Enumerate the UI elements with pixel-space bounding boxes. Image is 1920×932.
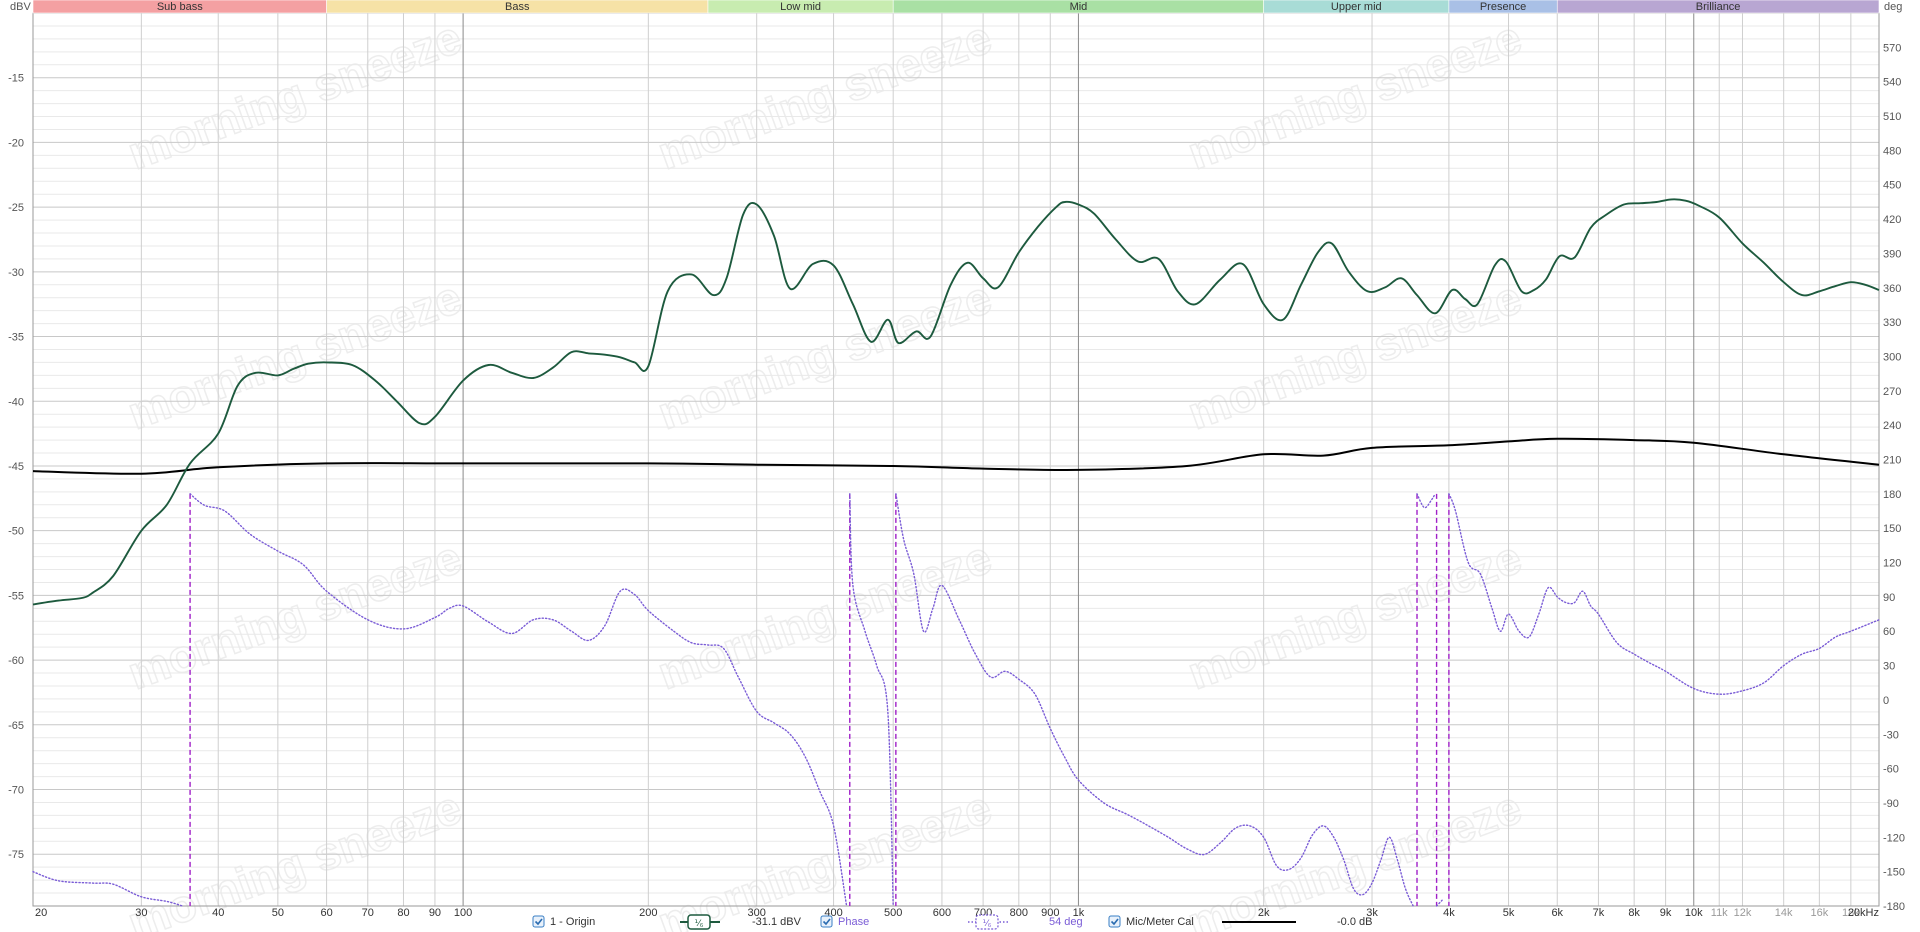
x-tick: 14k	[1775, 907, 1793, 919]
y-tick-left: -45	[8, 461, 24, 473]
y-tick-right: 360	[1883, 283, 1901, 295]
legend-phase-value: 54 deg	[1049, 916, 1083, 928]
x-tick: 100	[454, 907, 472, 919]
y-tick-left: -15	[8, 73, 24, 85]
x-tick: 9k	[1660, 907, 1672, 919]
y-tick-right: -60	[1883, 764, 1899, 776]
x-tick: 8k	[1628, 907, 1640, 919]
x-tick: 20	[35, 907, 47, 919]
band-label: Presence	[1480, 1, 1526, 13]
x-tick: 6k	[1551, 907, 1563, 919]
band-label: Upper mid	[1331, 1, 1382, 13]
legend-cal-label: Mic/Meter Cal	[1126, 916, 1194, 928]
plot-background	[33, 13, 1879, 906]
band-label: Sub bass	[157, 1, 203, 13]
legend-phase-label: Phase	[838, 916, 869, 928]
y-tick-left: -30	[8, 267, 24, 279]
x-tick: 60	[320, 907, 332, 919]
band-label: Mid	[1070, 1, 1088, 13]
y-tick-left: -70	[8, 785, 24, 797]
y-tick-left: -35	[8, 332, 24, 344]
y-tick-right: 270	[1883, 386, 1901, 398]
y-axis-right-ticks: 5705405104804504203903603303002702402101…	[1883, 42, 1905, 913]
y-tick-right: 150	[1883, 523, 1901, 535]
y-tick-right: 450	[1883, 180, 1901, 192]
y-tick-right: 210	[1883, 455, 1901, 467]
legend-cal-value: -0.0 dB	[1337, 916, 1372, 928]
x-tick: 16k	[1810, 907, 1828, 919]
y-tick-right: 0	[1883, 695, 1889, 707]
y-tick-right: 120	[1883, 558, 1901, 570]
y-tick-right: 570	[1883, 42, 1901, 54]
y-axis-left-unit: dBV	[10, 1, 31, 13]
y-tick-right: -180	[1883, 901, 1905, 913]
x-tick: 10k	[1685, 907, 1703, 919]
x-tick: 90	[429, 907, 441, 919]
y-tick-left: -20	[8, 137, 24, 149]
y-tick-right: 420	[1883, 214, 1901, 226]
smoothing-icon: ⅟₆	[983, 918, 992, 928]
y-tick-left: -65	[8, 720, 24, 732]
x-tick: 500	[884, 907, 902, 919]
legend-origin-checkbox[interactable]	[532, 915, 545, 928]
smoothing-icon: ⅟₆	[695, 918, 704, 928]
legend-origin-label: 1 - Origin	[550, 916, 595, 928]
y-tick-left: -50	[8, 526, 24, 538]
x-tick: 2k	[1258, 907, 1270, 919]
x-tick: 50	[272, 907, 284, 919]
x-tick: 11k	[1711, 907, 1728, 919]
y-tick-right: 300	[1883, 351, 1901, 363]
y-tick-right: 390	[1883, 248, 1901, 260]
y-tick-left: -60	[8, 655, 24, 667]
y-tick-left: -55	[8, 590, 24, 602]
y-tick-right: 480	[1883, 145, 1901, 157]
y-tick-right: 30	[1883, 661, 1895, 673]
y-tick-right: -30	[1883, 729, 1899, 741]
y-axis-left-ticks: -15 -20 -25 -30 -35 -40 -45 -50 -55 -60 -65 -70 -75	[8, 73, 24, 862]
legend-origin-value: -31.1 dBV	[752, 916, 802, 928]
y-tick-left: -75	[8, 849, 24, 861]
frequency-response-chart: morning sneeze morning sneeze morning snee…	[8, 0, 1905, 932]
y-tick-right: 180	[1883, 489, 1901, 501]
x-tick: 12k	[1734, 907, 1752, 919]
x-tick: 5k	[1503, 907, 1515, 919]
y-tick-right: -150	[1883, 867, 1905, 879]
band-label: Brilliance	[1696, 1, 1741, 13]
x-tick: 70	[362, 907, 374, 919]
x-tick: 40	[212, 907, 224, 919]
y-tick-right: 330	[1883, 317, 1901, 329]
y-tick-right: -120	[1883, 832, 1905, 844]
x-tick: 600	[933, 907, 951, 919]
y-tick-right: 240	[1883, 420, 1901, 432]
band-label: Bass	[505, 1, 530, 13]
y-tick-left: -25	[8, 202, 24, 214]
y-tick-right: 540	[1883, 77, 1901, 89]
band-label: Low mid	[780, 1, 821, 13]
frequency-band-bar: Sub bass Bass Low mid Mid Upper mid Presence B…	[32, 0, 1880, 14]
y-tick-left: -40	[8, 396, 24, 408]
x-tick: 30	[135, 907, 147, 919]
y-axis-right-unit: deg	[1884, 1, 1902, 13]
y-tick-right: 510	[1883, 111, 1901, 123]
y-tick-right: 90	[1883, 592, 1895, 604]
x-tick: 7k	[1593, 907, 1605, 919]
x-tick: 800	[1010, 907, 1028, 919]
y-tick-right: 60	[1883, 626, 1895, 638]
legend-cal-checkbox[interactable]	[1108, 915, 1121, 928]
legend-phase-checkbox[interactable]	[820, 915, 833, 928]
x-tick: 80	[397, 907, 409, 919]
x-tick: 4k	[1443, 907, 1455, 919]
y-tick-right: -90	[1883, 798, 1899, 810]
x-tick: 200	[639, 907, 657, 919]
x-tick: 20kHz	[1848, 907, 1879, 919]
x-axis-ticks: 20 30 40 50 60 70 80 90 100 200 300 400 500 600 700 800…	[35, 907, 1879, 919]
